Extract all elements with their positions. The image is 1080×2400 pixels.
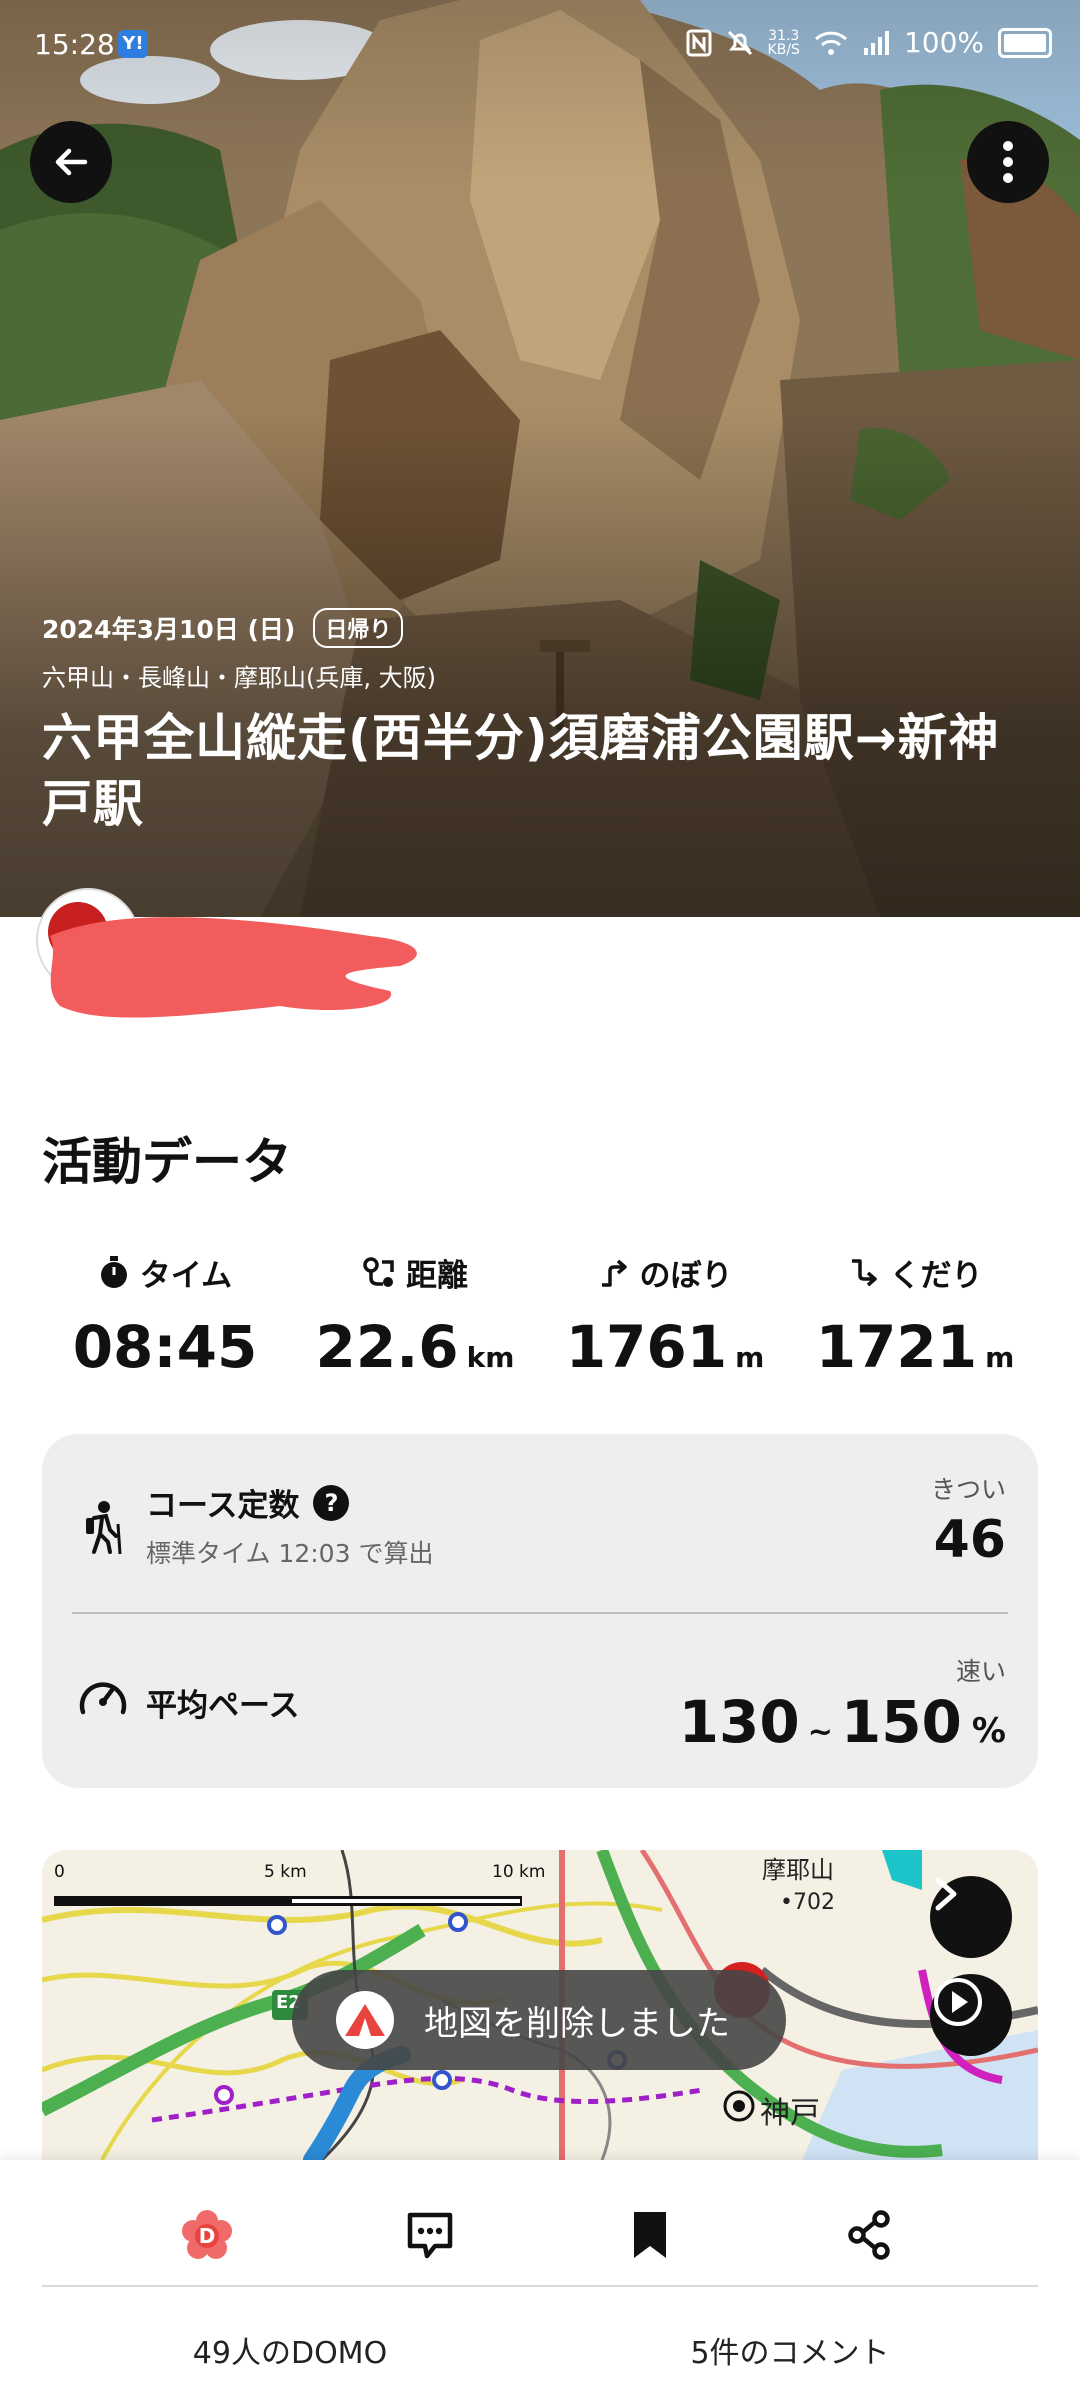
comment-icon [407, 2212, 453, 2259]
course-constant-label: コース定数? [146, 1480, 350, 1525]
battery-icon [998, 27, 1052, 58]
average-pace-label: 平均ペース [146, 1688, 300, 1724]
nfc-icon [686, 29, 712, 56]
stat-ascent: のぼり 1761 m [560, 1250, 770, 1381]
average-pace-value: 130 ~150% [678, 1688, 1006, 1756]
stat-ascent-value: 1761 [565, 1313, 728, 1381]
mute-icon [727, 30, 752, 55]
bookmark-button[interactable] [615, 2200, 685, 2270]
bottom-action-bar: D 49人のDOMO 5件のコメント [0, 2160, 1080, 2400]
stat-time-value: 08:45 [72, 1313, 258, 1381]
share-button[interactable] [835, 2200, 905, 2270]
bookmark-icon [634, 2212, 666, 2258]
stat-distance-value: 22.6 [315, 1313, 459, 1381]
stat-descent-value: 1721 [815, 1313, 978, 1381]
descent-icon [851, 1258, 877, 1286]
trip-type-badge: 日帰り [313, 608, 404, 648]
activity-title: 六甲全山縦走(西半分)須磨浦公園駅→新神戸駅 [42, 709, 1000, 833]
wifi-icon [814, 31, 847, 55]
domo-flower-icon: D [182, 2210, 232, 2259]
hiker-icon [86, 1501, 122, 1555]
play-circle-icon [934, 1978, 982, 2026]
map-open-button[interactable] [930, 1876, 1012, 1958]
map-place-maya: 摩耶山 [762, 1856, 834, 1884]
toast-text: 地図を削除しました [424, 2003, 730, 2044]
domo-button[interactable]: D [172, 2200, 242, 2270]
scale-label-10km: 10 km [492, 1862, 546, 1882]
course-constant-value: 46 [933, 1510, 1006, 1570]
yamap-logo-icon [336, 1991, 394, 2049]
yahoo-app-icon: Y! [118, 30, 148, 58]
stopwatch-icon [100, 1255, 127, 1288]
map-play-button[interactable] [930, 1974, 1012, 2056]
map-place-elevation: •702 [780, 1890, 835, 1915]
stat-time-label: タイム [139, 1258, 233, 1294]
back-button[interactable] [30, 121, 112, 203]
bottom-divider [42, 2285, 1038, 2287]
chevron-right-icon [935, 1877, 957, 1911]
stat-descent: くだり 1721 m [810, 1250, 1020, 1381]
course-pace-card: コース定数? 標準タイム 12:03 で算出 きつい 46 平均ペース 速い 1… [42, 1434, 1038, 1788]
share-icon [848, 2210, 890, 2260]
toast-message: 地図を削除しました [292, 1970, 786, 2070]
ascent-icon [601, 1259, 627, 1287]
more-options-button[interactable] [967, 121, 1049, 203]
more-vertical-icon [1003, 141, 1013, 183]
status-time: 15:28 [34, 28, 115, 61]
card-divider [72, 1612, 1008, 1614]
pace-level: 速い [955, 1657, 1006, 1686]
stat-ascent-label: のぼり [639, 1258, 733, 1294]
stat-time: タイム 08:45 [70, 1250, 260, 1381]
mountain-area[interactable]: 六甲山・長峰山・摩耶山(兵庫, 大阪) [42, 658, 436, 693]
domo-count-link[interactable]: 49人のDOMO [90, 2328, 490, 2372]
comment-button[interactable] [395, 2200, 465, 2270]
stat-distance-label: 距離 [406, 1258, 468, 1294]
stat-ascent-unit: m [735, 1341, 765, 1374]
standard-time-note: 標準タイム 12:03 で算出 [146, 1539, 434, 1568]
arrow-left-icon [55, 148, 88, 176]
signal-icon [863, 30, 889, 55]
activity-date: 2024年3月10日 (日) [42, 615, 296, 644]
network-speed: 31.3 KB/S [767, 27, 800, 58]
activity-date-row: 2024年3月10日 (日) 日帰り [42, 608, 404, 648]
route-icon [363, 1256, 394, 1287]
stat-distance: 距離 22.6 km [310, 1250, 520, 1381]
comment-count-link[interactable]: 5件のコメント [590, 2328, 990, 2372]
scale-label-5km: 5 km [264, 1862, 307, 1882]
map-place-kobe: 神戸 [760, 2096, 820, 2131]
svg-text:D: D [199, 2224, 216, 2248]
help-icon[interactable]: ? [313, 1484, 350, 1521]
scale-label-0: 0 [54, 1862, 65, 1882]
redacted-username [50, 917, 417, 1018]
activity-section-title: 活動データ [42, 1133, 292, 1191]
battery-percent: 100% [903, 26, 984, 59]
stat-distance-unit: km [466, 1341, 515, 1374]
speedometer-icon [79, 1682, 127, 1715]
status-bar: 15:28 Y! 31.3 KB/S 100% [0, 0, 1080, 90]
course-level: きつい [930, 1475, 1006, 1504]
stat-descent-label: くだり [889, 1258, 983, 1294]
stat-descent-unit: m [985, 1341, 1015, 1374]
